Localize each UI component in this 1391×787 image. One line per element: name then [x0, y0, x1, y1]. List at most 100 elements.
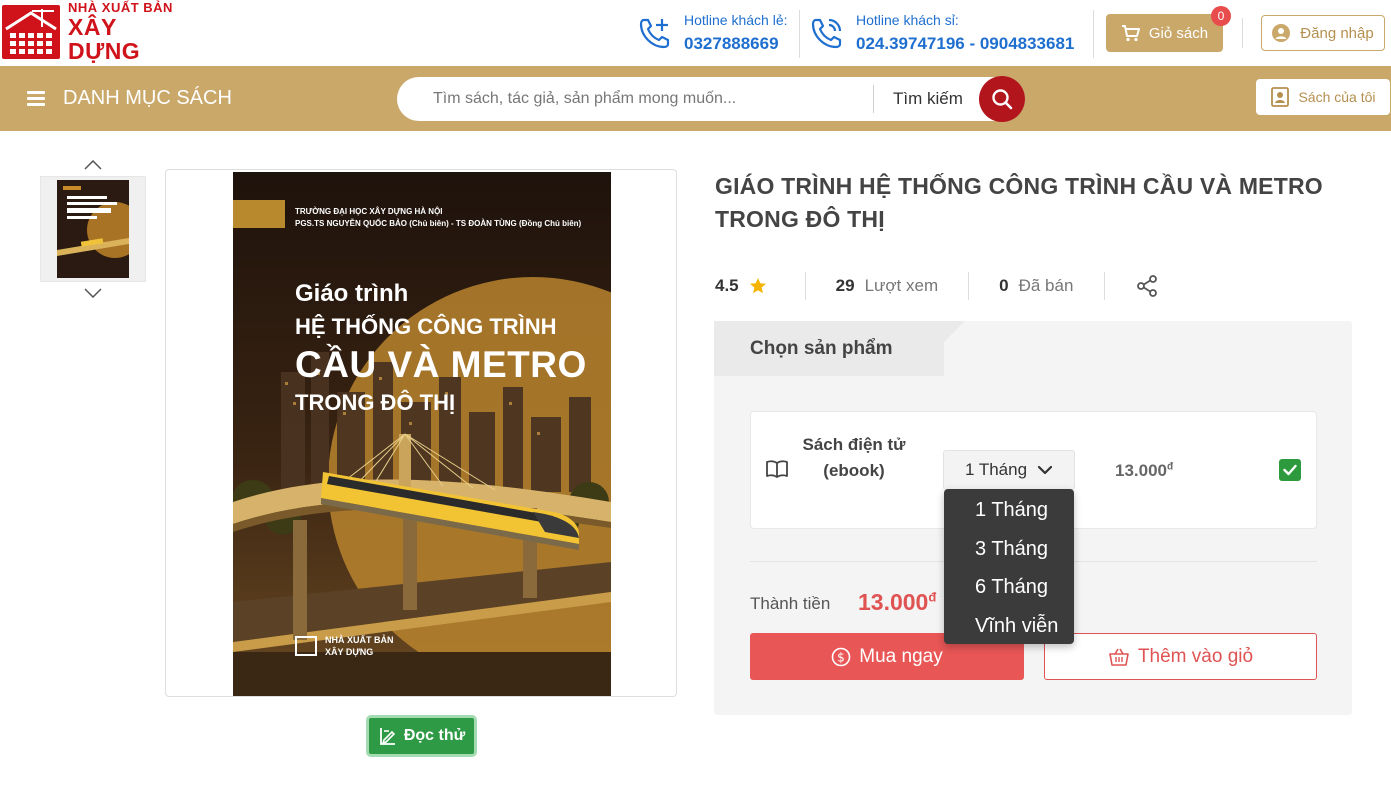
cover-title-line4: TRONG ĐÔ THỊ — [295, 390, 456, 415]
sold-count: 0 — [999, 276, 1009, 295]
cart-button[interactable]: Giỏ sách 0 — [1106, 6, 1231, 52]
cover-title-line1: Giáo trình — [295, 280, 409, 307]
checkmark-icon — [1283, 464, 1297, 476]
read-sample-button[interactable]: Đọc thử — [366, 715, 477, 757]
duration-option-3-months[interactable]: 3 Tháng — [944, 530, 1074, 569]
choose-product-label: Chọn sản phẩm — [750, 338, 893, 359]
main-product-image[interactable]: TRƯỜNG ĐẠI HỌC XÂY DỰNG HÀ NỘI PGS.TS NG… — [165, 169, 677, 697]
search-text-button[interactable]: Tìm kiếm — [893, 77, 963, 121]
total-label: Thành tiền — [750, 594, 831, 613]
hamburger-icon — [27, 88, 45, 109]
read-sample-label: Đọc thử — [403, 727, 466, 744]
rating-stat: 4.5 — [715, 276, 767, 296]
catalog-label: DANH MỤC SÁCH — [63, 87, 232, 109]
thumbnail-prev-button[interactable] — [83, 158, 103, 172]
publisher-mark-icon — [295, 636, 317, 656]
book-open-read-icon — [379, 728, 395, 745]
logo-icon — [2, 5, 60, 59]
hotline-wholesale-label: Hotline khách sỉ: — [856, 12, 959, 28]
cover-authors: TRƯỜNG ĐẠI HỌC XÂY DỰNG HÀ NỘI PGS.TS NG… — [295, 206, 581, 230]
duration-option-6-months[interactable]: 6 Tháng — [944, 568, 1074, 607]
divider — [799, 10, 800, 58]
add-to-cart-button[interactable]: Thêm vào giỏ — [1044, 633, 1317, 680]
duration-option-lifetime[interactable]: Vĩnh viễn — [944, 607, 1074, 646]
divider — [968, 272, 970, 300]
user-avatar-icon — [1272, 24, 1291, 42]
hotline-wholesale[interactable]: Hotline khách sỉ: 024.39747196 - 0904833… — [810, 8, 1074, 58]
phone-plus-icon — [639, 18, 670, 49]
shopping-cart-icon — [1121, 25, 1140, 42]
star-icon — [749, 278, 766, 294]
rating-value: 4.5 — [715, 276, 739, 295]
divider — [1242, 18, 1243, 48]
add-to-cart-label: Thêm vào giỏ — [1137, 645, 1254, 667]
logo-text-line1: NHÀ XUẤT BẢN — [68, 0, 173, 16]
user-card-icon — [1271, 87, 1290, 107]
option-price-value: 13.000 — [1115, 461, 1167, 480]
hotline-retail[interactable]: Hotline khách lẻ: 0327888669 — [638, 8, 788, 58]
open-book-icon — [766, 460, 788, 478]
chevron-up-icon — [84, 160, 102, 170]
sold-label: Đã bán — [1018, 276, 1074, 295]
phone-call-icon — [811, 18, 842, 49]
currency-symbol: đ — [928, 589, 937, 605]
cart-label: Giỏ sách — [1148, 24, 1209, 42]
hotline-retail-label: Hotline khách lẻ: — [684, 12, 788, 28]
cover-university: TRƯỜNG ĐẠI HỌC XÂY DỰNG HÀ NỘI — [295, 207, 443, 216]
top-header: NHÀ XUẤT BẢN XÂY DỰNG Hotline khách lẻ: … — [0, 0, 1391, 66]
views-stat: 29 Lượt xem — [836, 276, 938, 296]
share-icon[interactable] — [1135, 274, 1159, 298]
book-cover: TRƯỜNG ĐẠI HỌC XÂY DỰNG HÀ NỘI PGS.TS NG… — [233, 172, 611, 696]
chevron-down-icon — [84, 288, 102, 298]
duration-select[interactable]: 1 Tháng — [943, 450, 1075, 490]
login-label: Đăng nhập — [1300, 24, 1374, 42]
cover-thumbnail[interactable] — [40, 176, 146, 282]
currency-symbol: đ — [1167, 461, 1174, 473]
thumbnail-next-button[interactable] — [83, 286, 103, 300]
cover-logo-line2: XÂY DỰNG — [325, 647, 374, 657]
my-books-button[interactable]: Sách của tôi — [1256, 79, 1390, 115]
total-price-value: 13.000 — [858, 589, 929, 615]
logo-text-line2: XÂY DỰNG — [68, 13, 141, 64]
cover-author-names: PGS.TS NGUYỄN QUỐC BẢO (Chủ biên) - TS Đ… — [295, 219, 582, 228]
my-books-label: Sách của tôi — [1298, 89, 1376, 105]
book-catalog-menu[interactable]: DANH MỤC SÁCH — [0, 66, 358, 131]
cover-publisher-logo: NHÀ XUẤT BẢN XÂY DỰNG — [295, 634, 394, 658]
book-cover-thumbnail-image — [57, 180, 129, 278]
search-icon — [992, 89, 1013, 110]
product-title: GIÁO TRÌNH HỆ THỐNG CÔNG TRÌNH CẦU VÀ ME… — [715, 173, 1323, 232]
chevron-down-icon — [1037, 465, 1053, 475]
basket-icon — [1109, 648, 1129, 666]
option-checkbox[interactable] — [1279, 459, 1301, 481]
search-input[interactable] — [415, 77, 855, 121]
book-cover-illustration — [233, 172, 611, 696]
search-button[interactable] — [979, 76, 1025, 122]
cover-logo-line1: NHÀ XUẤT BẢN — [325, 635, 394, 645]
main-navbar: DANH MỤC SÁCH Tìm kiếm Sách của tôi — [0, 66, 1391, 131]
ebook-option-name: Sách điện tử (ebook) — [802, 435, 906, 480]
views-label: Lượt xem — [864, 276, 939, 295]
divider — [1104, 272, 1106, 300]
tab-corner — [910, 321, 965, 376]
publisher-logo[interactable]: NHÀ XUẤT BẢN XÂY DỰNG — [2, 0, 192, 64]
product-stats: 4.5 29 Lượt xem 0 Đã bán — [715, 270, 1159, 302]
cover-title-line3: CẦU VÀ METRO — [295, 344, 587, 385]
sold-stat: 0 Đã bán — [999, 276, 1073, 296]
search-divider — [873, 85, 874, 113]
duration-selected-value: 1 Tháng — [964, 460, 1028, 479]
total-price: 13.000đ — [858, 589, 936, 616]
duration-dropdown-menu: 1 Tháng 3 Tháng 6 Tháng Vĩnh viễn — [944, 489, 1074, 644]
duration-option-1-month[interactable]: 1 Tháng — [944, 491, 1074, 530]
option-price: 13.000đ — [1115, 461, 1173, 481]
cart-count-badge: 0 — [1211, 6, 1231, 26]
divider — [1093, 10, 1094, 58]
hotline-wholesale-number[interactable]: 024.39747196 - 0904833681 — [856, 34, 1074, 54]
hotline-retail-number[interactable]: 0327888669 — [684, 34, 788, 54]
cover-title-line2: HỆ THỐNG CÔNG TRÌNH — [295, 314, 557, 339]
search-bar: Tìm kiếm — [397, 76, 1025, 122]
views-count: 29 — [835, 276, 855, 295]
login-button[interactable]: Đăng nhập — [1261, 15, 1385, 51]
divider — [804, 272, 806, 300]
dollar-circle-icon: $ — [831, 647, 851, 666]
svg-text:$: $ — [837, 650, 845, 664]
